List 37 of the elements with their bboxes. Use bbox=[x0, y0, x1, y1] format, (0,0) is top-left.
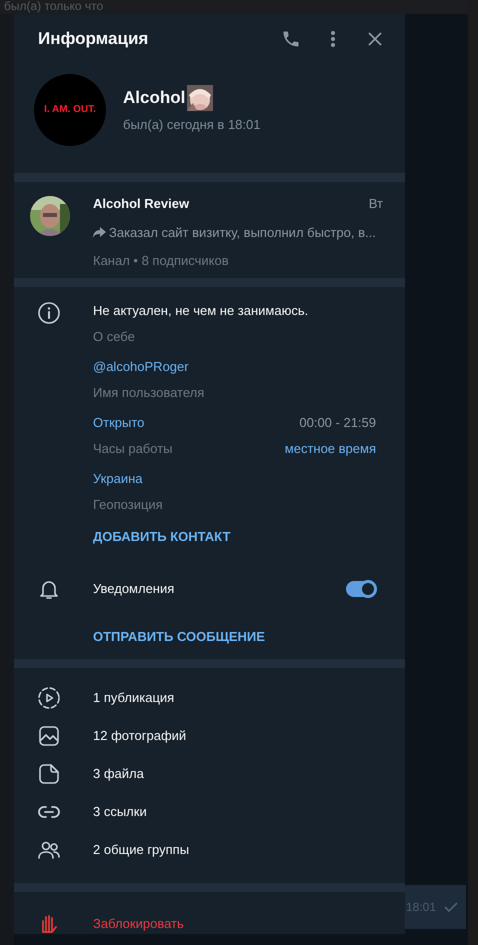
block-row[interactable]: Заблокировать bbox=[14, 892, 405, 934]
channel-name: Alcohol Review bbox=[93, 195, 190, 213]
info-label: Имя пользователя bbox=[93, 384, 206, 402]
timezone-link[interactable]: местное время bbox=[284, 438, 376, 458]
info-label: Геопозиция bbox=[93, 496, 164, 514]
add-contact-link[interactable]: ДОБАВИТЬ КОНТАКТ bbox=[93, 527, 230, 546]
channel-meta: Канал • 8 подписчиков bbox=[93, 252, 230, 270]
play-circle-icon bbox=[37, 686, 61, 710]
media-row[interactable]: 3 ссылки bbox=[37, 793, 405, 831]
panel-title: Информация bbox=[38, 28, 150, 50]
hours-text: 00:00 - 21:59 bbox=[299, 414, 376, 432]
media-row[interactable]: 12 фотографий bbox=[37, 717, 405, 755]
check-icon bbox=[444, 902, 458, 912]
send-message-link[interactable]: ОТПРАВИТЬ СООБЩЕНИЕ bbox=[93, 629, 265, 644]
info-link[interactable]: @alcohoPRoger bbox=[93, 357, 376, 376]
open-status: Открыто bbox=[93, 414, 144, 432]
media-row[interactable]: 2 общие группы bbox=[37, 831, 405, 869]
last-seen-text: был(а) сегодня в 18:01 bbox=[123, 116, 260, 134]
bio-text: Не актуален, не чем не занимаюсь. bbox=[93, 302, 310, 320]
contact-name: Alcohol bbox=[123, 87, 186, 109]
message-time: Вт bbox=[368, 195, 383, 213]
notifications-toggle[interactable] bbox=[346, 581, 376, 597]
last-seen-text: был(а) только что bbox=[4, 0, 104, 13]
forward-icon bbox=[93, 226, 106, 238]
image-icon bbox=[37, 724, 61, 748]
file-icon bbox=[37, 762, 61, 786]
info-icon bbox=[37, 301, 61, 325]
phone-icon[interactable] bbox=[281, 29, 301, 49]
message-preview: Заказал сайт визитку, выполнил быстро, в... bbox=[109, 224, 376, 242]
info-link[interactable]: Украина bbox=[93, 469, 376, 488]
media-row[interactable]: 3 файла bbox=[37, 755, 405, 793]
info-label: Часы работы bbox=[93, 440, 172, 458]
channel-row[interactable]: Alcohol Review Вт Заказал сайт визитку, выполнил быстро, в... Канал • 8 подписчиков bbox=[14, 182, 405, 278]
media-row[interactable]: 1 публикация bbox=[37, 679, 405, 717]
notifications-label: Уведомления bbox=[93, 580, 176, 598]
avatar-text: I. AM. OUT. bbox=[44, 103, 96, 117]
info-label: О себе bbox=[93, 328, 136, 346]
